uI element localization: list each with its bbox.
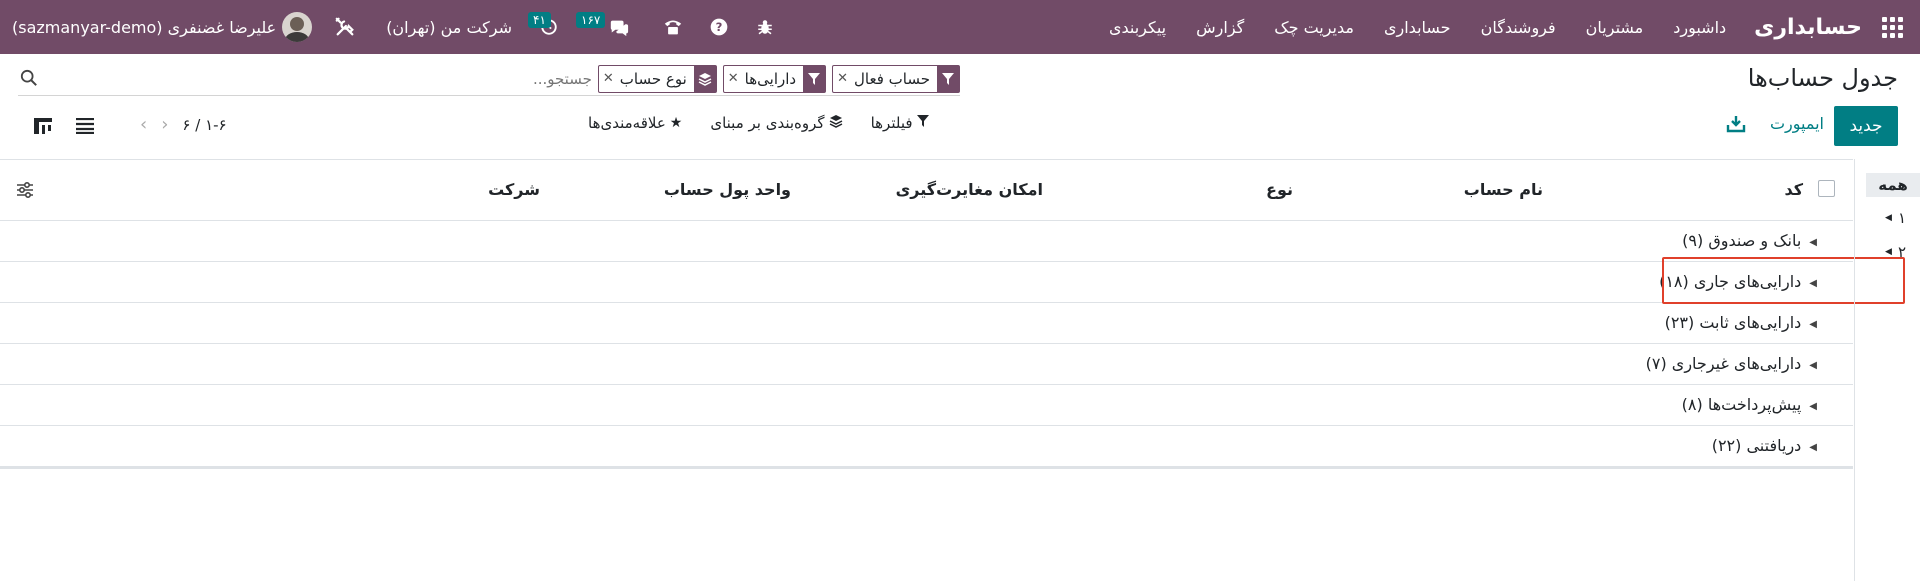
menu-item-dashboard[interactable]: داشبورد	[1673, 18, 1726, 37]
group-label: دارایی‌های غیرجاری (۷)	[1645, 354, 1802, 373]
group-row-receivable[interactable]: ◀ دریافتنی (۲۲)	[0, 426, 1853, 467]
search-panel-all[interactable]: همه	[1866, 173, 1920, 197]
svg-text:?: ?	[716, 20, 723, 34]
phone-icon[interactable]	[660, 14, 686, 40]
pager: ۱-۶ / ۶ ‹ ›	[140, 114, 227, 135]
facet-label: نوع حساب	[619, 69, 687, 88]
layers-icon	[829, 114, 843, 132]
group-label: بانک و صندوق (۹)	[1682, 231, 1802, 250]
groupby-dropdown[interactable]: گروه‌بندی بر مبنای	[710, 114, 842, 132]
new-button[interactable]: جدید	[1834, 106, 1898, 146]
menu-item-cheque-management[interactable]: مدیریت چک	[1274, 18, 1354, 37]
optional-columns-icon[interactable]	[16, 181, 34, 199]
filter-icon	[937, 65, 959, 92]
search-panel: همه ۱ ◀ ۲ ◀	[1854, 159, 1920, 581]
list-footer	[0, 467, 1853, 469]
tools-icon[interactable]	[332, 14, 358, 40]
close-icon[interactable]: ✕	[728, 71, 739, 86]
list-view-icon[interactable]	[76, 118, 94, 134]
caret-left-icon: ◀	[1885, 247, 1892, 257]
group-row-bank-cash[interactable]: ◀ بانک و صندوق (۹)	[0, 221, 1853, 262]
facet-label: دارایی‌ها	[744, 69, 797, 88]
group-row-current-assets[interactable]: ◀ دارایی‌های جاری (۱۸)	[0, 262, 1853, 303]
apps-menu-icon[interactable]	[1878, 13, 1906, 41]
search-panel-item-label: ۱	[1897, 209, 1906, 227]
page-title: جدول حساب‌ها	[1747, 64, 1898, 92]
close-icon[interactable]: ✕	[603, 71, 614, 86]
search-facet-account-type[interactable]: نوع حساب ✕	[597, 64, 717, 93]
pager-value[interactable]: ۱-۶ / ۶	[182, 116, 226, 134]
pager-previous-icon[interactable]: ‹	[161, 114, 168, 135]
avatar	[282, 12, 313, 42]
user-name: علیرضا غضنفری (sazmanyar-demo)	[12, 17, 277, 37]
column-code[interactable]: کد	[1784, 180, 1803, 199]
search-facet-active-account[interactable]: حساب فعال ✕	[832, 64, 960, 93]
menu-item-reporting[interactable]: گزارش	[1196, 18, 1244, 37]
star-icon: ★	[669, 115, 683, 131]
search-panel-item[interactable]: ۲ ◀	[1885, 243, 1906, 261]
search-panel-item-label: ۲	[1897, 243, 1906, 261]
group-label: دارایی‌های ثابت (۲۳)	[1664, 313, 1802, 332]
group-row-prepayments[interactable]: ◀ پیش‌پرداخت‌ها (۸)	[0, 385, 1853, 426]
pager-next-icon[interactable]: ›	[140, 114, 147, 135]
search-input[interactable]	[501, 69, 592, 88]
filters-dropdown[interactable]: فیلترها	[871, 114, 929, 132]
caret-left-icon: ◀	[1809, 278, 1817, 289]
filter-icon	[803, 65, 826, 92]
group-row-fixed-assets[interactable]: ◀ دارایی‌های ثابت (۲۳)	[0, 303, 1853, 344]
import-button[interactable]: ایمپورت	[1770, 114, 1824, 133]
search-bar[interactable]: حساب فعال ✕ دارایی‌ها ✕ نوع حساب ✕	[18, 62, 960, 96]
download-icon[interactable]	[1726, 114, 1746, 134]
column-type[interactable]: نوع	[1266, 180, 1293, 199]
chat-count-badge: ۱۶۷	[576, 12, 606, 28]
caret-left-icon: ◀	[1809, 360, 1817, 371]
user-menu[interactable]: علیرضا غضنفری (sazmanyar-demo)	[12, 12, 313, 42]
navbar-systray: علیرضا غضنفری (sazmanyar-demo) شرکت من (…	[0, 0, 778, 54]
favorites-label: علاقه‌مندی‌ها	[588, 114, 666, 132]
app-brand[interactable]: حسابداری	[1754, 15, 1862, 40]
accounts-list: کد نام حساب نوع امکان مغایرت‌گیری واحد پ…	[0, 159, 1853, 469]
menu-item-customers[interactable]: مشتریان	[1586, 18, 1644, 37]
search-icon[interactable]	[20, 69, 38, 87]
search-options: فیلترها گروه‌بندی بر مبنای ★ علاقه‌مندی‌…	[560, 114, 929, 132]
select-all-checkbox[interactable]	[1818, 180, 1835, 197]
facet-label: حساب فعال	[854, 69, 930, 88]
chat-icon[interactable]: ۱۶۷	[576, 12, 632, 40]
menu-item-configuration[interactable]: پیکربندی	[1109, 18, 1166, 37]
filter-icon	[916, 115, 929, 131]
main-menu: داشبورد مشتریان فروشندگان حسابداری مدیری…	[1079, 18, 1726, 37]
layers-icon	[693, 65, 716, 92]
column-reconcile[interactable]: امکان مغایرت‌گیری	[896, 180, 1043, 199]
group-label: دارایی‌های جاری (۱۸)	[1659, 272, 1802, 291]
close-icon[interactable]: ✕	[837, 71, 848, 86]
caret-left-icon: ◀	[1809, 237, 1817, 248]
filters-label: فیلترها	[870, 114, 913, 132]
favorites-dropdown[interactable]: ★ علاقه‌مندی‌ها	[588, 114, 682, 132]
pivot-view-icon[interactable]	[34, 118, 52, 134]
caret-left-icon: ◀	[1885, 213, 1892, 223]
column-account-name[interactable]: نام حساب	[1464, 180, 1543, 199]
caret-left-icon: ◀	[1809, 442, 1817, 453]
help-icon[interactable]: ?	[706, 14, 732, 40]
group-label: پیش‌پرداخت‌ها (۸)	[1681, 395, 1802, 414]
activity-count-badge: ۴۱	[528, 12, 551, 28]
menu-item-accounting[interactable]: حسابداری	[1384, 18, 1451, 37]
search-panel-item[interactable]: ۱ ◀	[1885, 209, 1906, 227]
group-row-non-current-assets[interactable]: ◀ دارایی‌های غیرجاری (۷)	[0, 344, 1853, 385]
menu-item-vendors[interactable]: فروشندگان	[1481, 18, 1556, 37]
search-facet-assets[interactable]: دارایی‌ها ✕	[722, 64, 827, 93]
column-company[interactable]: شرکت	[488, 180, 540, 199]
list-header: کد نام حساب نوع امکان مغایرت‌گیری واحد پ…	[0, 159, 1853, 221]
caret-left-icon: ◀	[1809, 319, 1817, 330]
column-currency[interactable]: واحد پول حساب	[664, 180, 791, 199]
activity-clock-icon[interactable]: ۴۱	[528, 12, 562, 40]
group-label: دریافتنی (۲۲)	[1711, 436, 1802, 455]
company-switcher[interactable]: شرکت من (تهران)	[386, 18, 512, 37]
debug-bug-icon[interactable]	[752, 14, 778, 40]
groupby-label: گروه‌بندی بر مبنای	[710, 114, 825, 132]
top-navbar: حسابداری داشبورد مشتریان فروشندگان حسابد…	[0, 0, 1920, 54]
caret-left-icon: ◀	[1809, 401, 1817, 412]
